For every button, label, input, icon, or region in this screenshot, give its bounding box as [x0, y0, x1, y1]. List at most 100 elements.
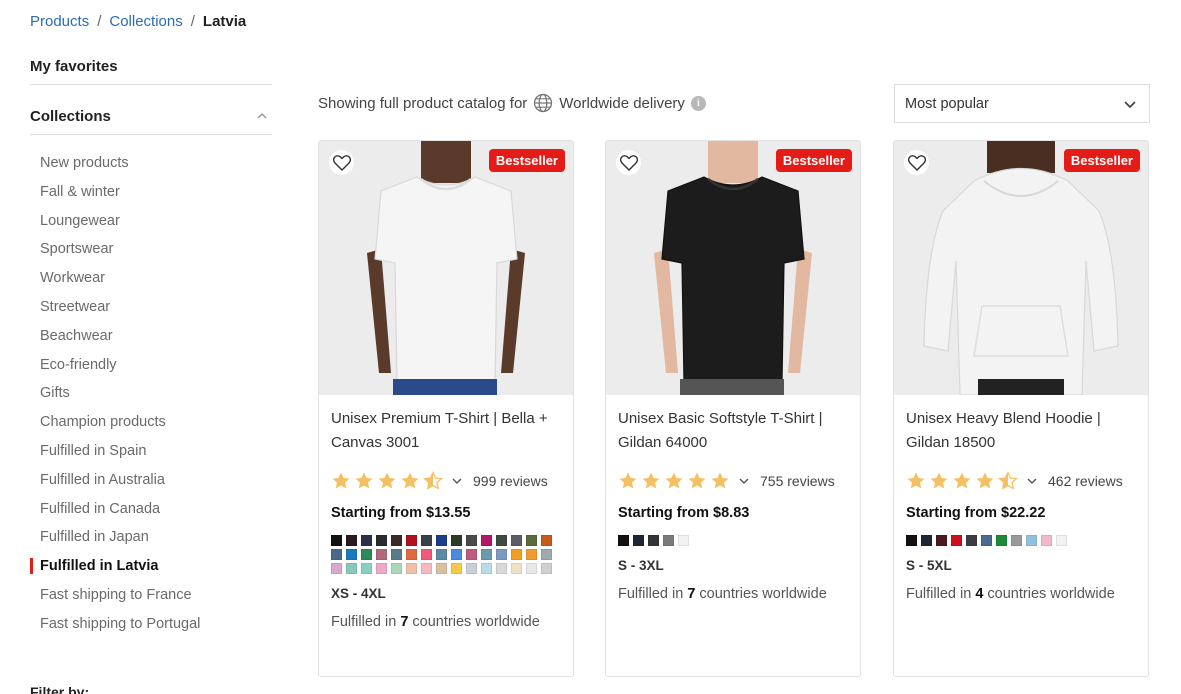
- product-image: [319, 141, 573, 395]
- heart-icon: [907, 154, 926, 171]
- bestseller-badge: Bestseller: [775, 149, 852, 172]
- star-full-icon: [642, 472, 660, 489]
- review-count[interactable]: 462 reviews: [1048, 473, 1123, 489]
- color-swatch: [648, 535, 659, 546]
- sidebar-item-fulfilled-in-latvia[interactable]: Fulfilled in Latvia: [30, 555, 272, 584]
- collections-title: Collections: [30, 108, 111, 125]
- color-swatch: [481, 535, 492, 546]
- size-range: S - 5XL: [906, 558, 952, 573]
- sidebar-item-gifts[interactable]: Gifts: [30, 382, 272, 411]
- product-title[interactable]: Unisex Heavy Blend Hoodie | Gildan 18500: [906, 407, 1136, 455]
- fulfillment-info: Fulfilled in 7 countries worldwide: [618, 586, 848, 602]
- product-card[interactable]: Bestseller Unisex Heavy Blend Hoodie | G…: [893, 140, 1149, 677]
- star-half-icon: [423, 471, 443, 490]
- sidebar-item-fulfilled-in-spain[interactable]: Fulfilled in Spain: [30, 440, 272, 469]
- filter-by-heading: Filter by:: [30, 684, 90, 694]
- sidebar-item-new-products[interactable]: New products: [30, 152, 272, 181]
- sidebar-item-beachwear[interactable]: Beachwear: [30, 325, 272, 354]
- color-swatch: [906, 535, 917, 546]
- sidebar-item-loungewear[interactable]: Loungewear: [30, 210, 272, 239]
- color-swatch: [966, 535, 977, 546]
- color-swatch: [421, 563, 432, 574]
- chevron-down-icon[interactable]: [451, 475, 463, 487]
- product-card[interactable]: Bestseller Unisex Basic Softstyle T-Shir…: [605, 140, 861, 677]
- product-photo[interactable]: Bestseller: [606, 141, 860, 395]
- product-card[interactable]: Bestseller Unisex Premium T-Shirt | Bell…: [318, 140, 574, 677]
- sidebar-item-fall-winter[interactable]: Fall & winter: [30, 181, 272, 210]
- color-swatch: [1011, 535, 1022, 546]
- color-swatch: [481, 563, 492, 574]
- product-photo[interactable]: Bestseller: [319, 141, 573, 395]
- breadcrumb-link-products[interactable]: Products: [30, 13, 89, 30]
- star-full-icon: [711, 472, 729, 489]
- color-swatch: [541, 563, 552, 574]
- color-swatch: [541, 535, 552, 546]
- product-rating: 999 reviews: [331, 471, 561, 491]
- breadcrumb-current: Latvia: [202, 13, 247, 30]
- color-swatch: [376, 563, 387, 574]
- globe-icon: [534, 93, 553, 113]
- info-icon[interactable]: i: [690, 95, 706, 111]
- breadcrumb-separator: /: [97, 13, 102, 30]
- color-swatch: [466, 563, 477, 574]
- fulfillment-info: Fulfilled in 4 countries worldwide: [906, 586, 1136, 602]
- fulfilled-suffix: countries worldwide: [412, 614, 540, 630]
- sidebar-favorites-link[interactable]: My favorites: [30, 56, 272, 85]
- color-swatch: [451, 563, 462, 574]
- sidebar-item-streetwear[interactable]: Streetwear: [30, 296, 272, 325]
- color-swatch: [951, 535, 962, 546]
- color-swatch: [361, 549, 372, 560]
- bestseller-badge: Bestseller: [1063, 149, 1140, 172]
- review-count[interactable]: 999 reviews: [473, 473, 548, 489]
- worldwide-delivery-link[interactable]: Worldwide delivery: [559, 95, 685, 112]
- chevron-down-icon[interactable]: [1026, 475, 1038, 487]
- sidebar-item-fulfilled-in-japan[interactable]: Fulfilled in Japan: [30, 526, 272, 555]
- product-title[interactable]: Unisex Premium T-Shirt | Bella + Canvas …: [331, 407, 561, 455]
- color-swatch: [678, 535, 689, 546]
- color-swatch: [481, 549, 492, 560]
- catalog-info: Showing full product catalog for Worldwi…: [318, 93, 706, 113]
- sidebar-item-champion-products[interactable]: Champion products: [30, 411, 272, 440]
- color-swatch: [663, 535, 674, 546]
- rating-stars: [618, 471, 730, 491]
- chevron-down-icon[interactable]: [738, 475, 750, 487]
- sidebar-item-fulfilled-in-australia[interactable]: Fulfilled in Australia: [30, 469, 272, 498]
- size-range: XS - 4XL: [331, 586, 386, 601]
- star-full-icon: [401, 472, 419, 489]
- color-swatches: [618, 535, 850, 546]
- sidebar-item-eco-friendly[interactable]: Eco-friendly: [30, 354, 272, 383]
- sidebar-item-sportswear[interactable]: Sportswear: [30, 238, 272, 267]
- color-swatch: [618, 535, 629, 546]
- size-range: S - 3XL: [618, 558, 664, 573]
- heart-icon: [619, 154, 638, 171]
- sidebar-item-fulfilled-in-canada[interactable]: Fulfilled in Canada: [30, 498, 272, 527]
- color-swatch: [633, 535, 644, 546]
- product-title[interactable]: Unisex Basic Softstyle T-Shirt | Gildan …: [618, 407, 848, 455]
- product-rating: 755 reviews: [618, 471, 848, 491]
- sidebar-item-workwear[interactable]: Workwear: [30, 267, 272, 296]
- fulfilled-count: 7: [400, 614, 409, 630]
- favorite-heart-icon[interactable]: [329, 150, 354, 175]
- color-swatches: [906, 535, 1138, 546]
- color-swatch: [331, 549, 342, 560]
- favorite-heart-icon[interactable]: [616, 150, 641, 175]
- color-swatch: [421, 549, 432, 560]
- color-swatch: [391, 549, 402, 560]
- review-count[interactable]: 755 reviews: [760, 473, 835, 489]
- favorite-heart-icon[interactable]: [904, 150, 929, 175]
- sort-dropdown[interactable]: Most popular: [894, 84, 1150, 123]
- color-swatch: [526, 549, 537, 560]
- sidebar-item-fast-shipping-to-portugal[interactable]: Fast shipping to Portugal: [30, 613, 272, 642]
- sidebar-item-fast-shipping-to-france[interactable]: Fast shipping to France: [30, 584, 272, 613]
- color-swatch: [436, 535, 447, 546]
- product-photo[interactable]: Bestseller: [894, 141, 1148, 395]
- sort-value: Most popular: [905, 95, 989, 112]
- collections-section-header[interactable]: Collections: [30, 106, 272, 135]
- breadcrumb-link-collections[interactable]: Collections: [109, 13, 182, 30]
- color-swatch: [981, 535, 992, 546]
- color-swatch: [331, 563, 342, 574]
- color-swatch: [406, 563, 417, 574]
- color-swatch: [1026, 535, 1037, 546]
- color-swatch: [496, 535, 507, 546]
- color-swatch: [1056, 535, 1067, 546]
